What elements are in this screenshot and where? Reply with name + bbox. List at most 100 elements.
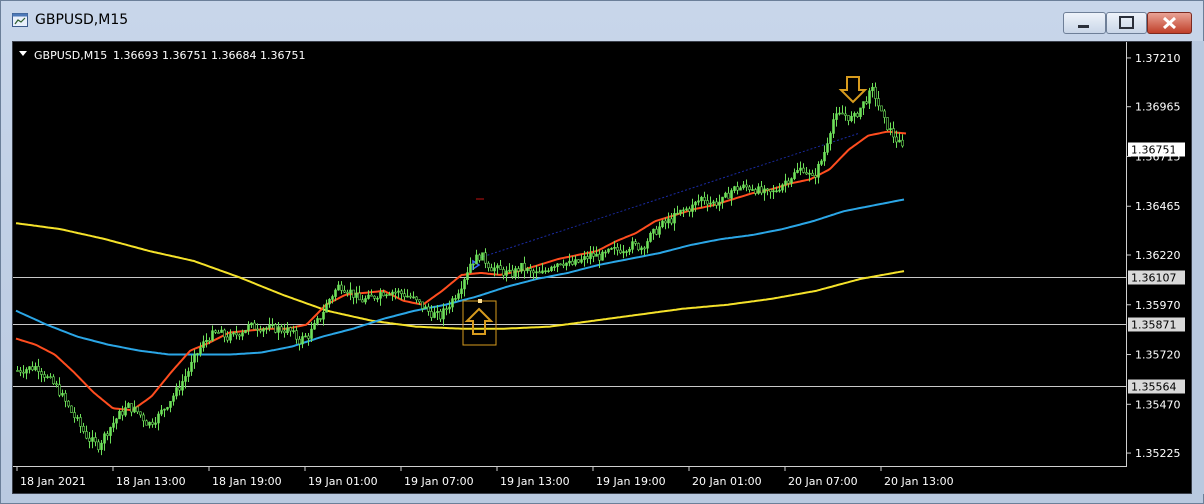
candle-body (376, 297, 379, 300)
minimize-button[interactable] (1063, 12, 1106, 34)
candle-body (346, 291, 349, 294)
candle-body (319, 318, 322, 320)
price-chart[interactable]: 1.361071.358711.355641.36751 1.372101.36… (13, 42, 1191, 493)
candle-body (610, 248, 613, 250)
chart-ohlc-values: 1.36693 1.36751 1.36684 1.36751 (113, 49, 305, 62)
candle-body (82, 426, 85, 432)
candle-body (244, 329, 247, 334)
candle-body (556, 263, 559, 267)
candle-body (175, 387, 178, 397)
level-price-label: 1.35564 (1131, 381, 1177, 394)
candle-body (661, 220, 664, 228)
candle-body (451, 298, 454, 308)
candle-body (241, 332, 244, 337)
candle-body (112, 422, 115, 428)
candle-body (595, 253, 598, 257)
candle-body (178, 387, 181, 391)
candle-body (757, 186, 760, 194)
candle-body (163, 408, 166, 411)
candle-body (484, 252, 487, 264)
candle-body (235, 332, 238, 336)
time-tick-label: 19 Jan 13:00 (500, 475, 570, 488)
candle-body (733, 186, 736, 191)
candle-body (289, 327, 292, 332)
candle-body (760, 186, 763, 194)
candle-body (706, 200, 709, 205)
candle-body (109, 427, 112, 436)
candle-body (373, 295, 376, 299)
title-bar[interactable]: GBPUSD,M15 (1, 1, 1203, 39)
chart-menu-triangle-icon[interactable] (19, 51, 27, 56)
candle-body (574, 259, 577, 265)
candle-body (379, 292, 382, 299)
candle-body (763, 188, 766, 194)
close-icon (1162, 16, 1177, 30)
candle-body (211, 330, 214, 341)
candle-body (517, 268, 520, 272)
candle-body (562, 263, 565, 266)
candle-body (697, 200, 700, 203)
candle-body (391, 291, 394, 295)
candle-body (265, 327, 268, 330)
candle-body (709, 202, 712, 205)
candle-body (460, 288, 463, 294)
candle-body (598, 253, 601, 261)
candle-body (790, 178, 793, 184)
candle-body (817, 163, 820, 178)
candle-body (196, 353, 199, 355)
candle-body (628, 249, 631, 252)
chart-area[interactable]: 1.36107 1.35871 1.35564 1.36751 1.37210 1.36… (12, 41, 1192, 494)
candle-body (349, 289, 352, 294)
candle-body (37, 366, 40, 372)
candle-body (238, 334, 241, 337)
price-tick-label: 1.37210 (1135, 52, 1181, 65)
candle-body (796, 170, 799, 173)
candle-body (70, 405, 73, 413)
candle-body (217, 332, 220, 334)
candle-body (166, 407, 169, 410)
candle-body (58, 384, 61, 396)
candle-body (547, 270, 550, 272)
candle-body (514, 268, 517, 277)
candle-body (694, 201, 697, 206)
candle-body (268, 324, 271, 329)
candle-body (223, 329, 226, 338)
candle-body (430, 311, 433, 318)
candle-body (19, 370, 22, 373)
candle-body (250, 322, 253, 326)
maximize-button[interactable] (1106, 12, 1147, 34)
candle-body (151, 421, 154, 425)
candle-body (658, 226, 661, 235)
candle-body (169, 401, 172, 408)
candle-body (637, 243, 640, 251)
candle-body (856, 113, 859, 117)
candle-body (775, 190, 778, 193)
price-tick-label: 1.35470 (1135, 398, 1181, 411)
candle-body (340, 284, 343, 291)
window-title: GBPUSD,M15 (35, 12, 129, 28)
candle-body (343, 290, 346, 293)
up-arrow-icon (464, 307, 494, 335)
candle-body (418, 299, 421, 303)
candle-body (52, 376, 55, 385)
candle-body (736, 186, 739, 191)
candle-body (202, 341, 205, 348)
candle-body (85, 431, 88, 439)
candle-body (550, 266, 553, 271)
candle-body (601, 251, 604, 261)
candle-body (520, 262, 523, 272)
candle-body (901, 139, 904, 147)
candle-body (67, 400, 70, 407)
candle-body (97, 441, 100, 450)
candle-body (769, 189, 772, 193)
close-button[interactable] (1147, 12, 1192, 34)
level-price-label: 1.35871 (1131, 319, 1177, 332)
candle-body (55, 383, 58, 386)
candle-body (316, 318, 319, 324)
candle-body (622, 251, 625, 254)
candle-body (232, 332, 235, 335)
price-tick-label: 1.36715 (1135, 150, 1181, 163)
candle-body (838, 112, 841, 115)
candle-body (400, 290, 403, 294)
chart-window: GBPUSD,M15 1.36107 1.35871 1.35564 1.36751 … (0, 0, 1204, 504)
